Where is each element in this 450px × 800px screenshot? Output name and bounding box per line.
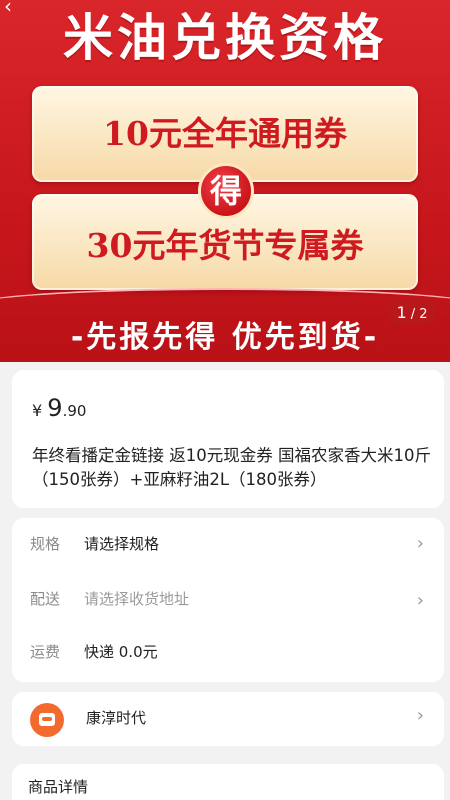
shipping-label: 运费 [30,643,61,661]
price-card: ¥ 9.90 年终看播定金链接 返10元现金券 国福农家香大米10斤（150张券… [12,370,444,508]
spec-card: 规格 请选择规格 › 配送 请选择收货地址 › 运费 快递 0.0元 [12,518,444,682]
price-decimal: .90 [62,402,87,420]
price: ¥ 9.90 [32,394,86,422]
price-integer: 9 [47,394,63,422]
product-title: 年终看播定金链接 返10元现金券 国福农家香大米10斤（150张券）+亚麻籽油2… [32,446,431,489]
spec-value: 请选择规格 [84,535,160,553]
indicator-current: 1 [396,303,407,322]
currency-symbol: ¥ [32,401,43,420]
image-page-indicator: 1 / 2 [388,300,436,326]
details-card: 商品详情 [12,764,444,800]
connector-badge: 得 [198,163,254,219]
shipping-value: 快递 0.0元 [84,643,158,661]
banner-subtitle: -先报先得 优先到货- [70,320,380,355]
delivery-label: 配送 [30,590,61,608]
spec-row-shipping: 运费 快递 0.0元 [30,640,426,664]
banner-title: 米油兑换资格 [63,9,387,67]
chevron-right-icon: › [416,590,424,611]
details-title: 商品详情 [28,778,89,796]
spec-row-variant[interactable]: 规格 请选择规格 › [30,532,426,556]
shop-card[interactable]: 康淳时代 › [12,692,444,746]
chevron-right-icon: › [416,533,424,554]
chevron-right-icon: › [416,705,424,726]
delivery-value: 请选择收货地址 [84,590,190,608]
spec-row-delivery[interactable]: 配送 请选择收货地址 › [30,587,426,611]
shop-name: 康淳时代 [86,709,147,727]
spec-label: 规格 [30,535,61,553]
indicator-total: / 2 [410,307,428,322]
promo-banner[interactable]: ‹ 米油兑换资格 10元全年通用券 得 30元年货节专属券 -先报先得 优先到货… [0,0,450,362]
shop-logo-icon [30,703,64,737]
